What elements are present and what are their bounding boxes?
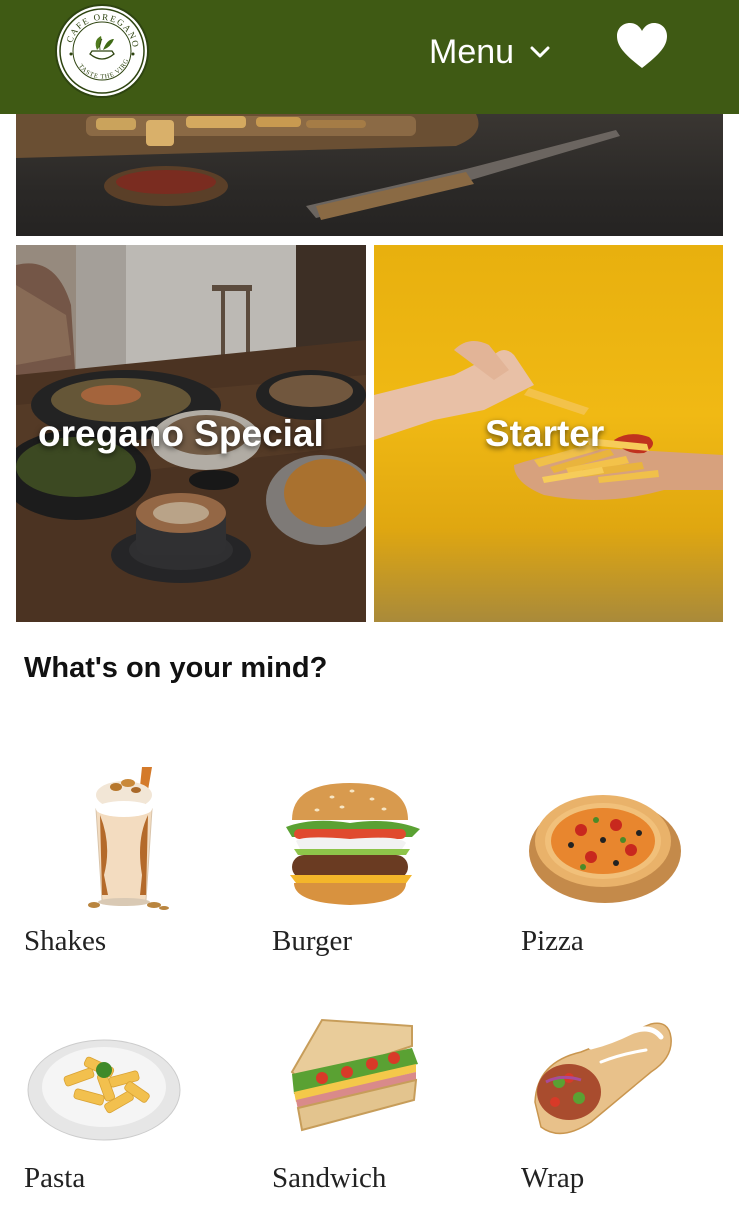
cafe-oregano-logo[interactable]: CAFE OREGANO TASTE THE VIRGIN (55, 4, 149, 98)
menu-label: Menu (429, 32, 515, 71)
oregano-special-tile[interactable]: oregano Special (16, 245, 366, 622)
category-label: Pizza (521, 925, 584, 957)
pizza-image (529, 795, 681, 903)
wrap-image (534, 1022, 672, 1135)
category-sandwich[interactable]: Sandwich (272, 1002, 502, 1212)
tile-title: oregano Special (38, 413, 324, 454)
category-label: Sandwich (272, 1162, 387, 1194)
category-burger[interactable]: Burger (272, 765, 502, 975)
category-shakes[interactable]: Shakes (24, 765, 254, 975)
pasta-image (27, 1039, 181, 1141)
category-pasta[interactable]: Pasta (24, 1002, 254, 1212)
heart-icon (617, 23, 667, 68)
category-label: Wrap (521, 1162, 585, 1194)
category-label: Pasta (24, 1162, 86, 1194)
chevron-down-icon (530, 45, 550, 59)
shake-image (88, 767, 169, 910)
starter-tile[interactable]: Starter (374, 245, 723, 622)
category-label: Shakes (24, 925, 107, 957)
category-label: Burger (272, 925, 353, 957)
category-pizza[interactable]: Pizza (521, 765, 739, 975)
tile-title: Starter (485, 413, 605, 454)
burger-image (286, 783, 420, 905)
top-header: CAFE OREGANO TASTE THE VIRGIN Menu (0, 0, 739, 114)
category-wrap[interactable]: Wrap (521, 1002, 739, 1212)
favorites-button[interactable] (614, 20, 670, 72)
menu-dropdown-toggle[interactable]: Menu (429, 30, 550, 74)
sandwich-image (290, 1018, 418, 1132)
categories-heading: What's on your mind? (24, 652, 328, 684)
hero-banner-image (16, 114, 723, 236)
